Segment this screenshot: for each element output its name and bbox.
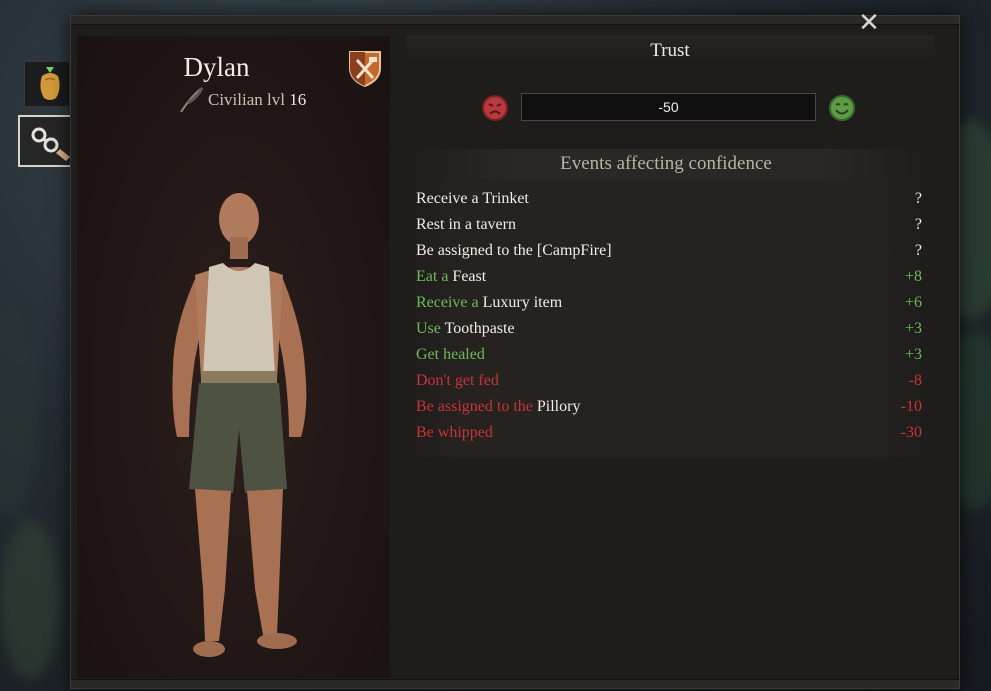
event-action: Be assigned to the bbox=[416, 398, 537, 415]
event-row: Be assigned to the [CampFire]? bbox=[416, 238, 922, 264]
trust-value-bar: -50 bbox=[521, 93, 816, 121]
event-value: ? bbox=[914, 190, 922, 207]
event-row: Be assigned to the Pillory -10 bbox=[416, 394, 922, 420]
class-label: Civilian lvl bbox=[208, 90, 285, 109]
character-level: 16 bbox=[289, 90, 307, 109]
guild-crest-icon bbox=[349, 51, 381, 88]
event-object: Toothpaste bbox=[444, 320, 515, 337]
event-action: Receive a bbox=[416, 294, 483, 311]
event-object: Pillory bbox=[536, 398, 581, 415]
angry-face-icon bbox=[482, 95, 508, 121]
event-description: Receive a Luxury item bbox=[416, 290, 562, 316]
character-model bbox=[172, 193, 307, 657]
happy-face-icon bbox=[829, 95, 855, 121]
event-row: Rest in a tavern? bbox=[416, 212, 922, 238]
event-action: Eat a bbox=[416, 268, 453, 285]
event-value: -8 bbox=[908, 372, 922, 389]
event-action: Rest in a tavern bbox=[416, 216, 516, 233]
event-row: Receive a Trinket? bbox=[416, 186, 922, 212]
event-value: ? bbox=[914, 216, 922, 233]
event-object: Luxury item bbox=[482, 294, 563, 311]
event-row: Get healed +3 bbox=[416, 342, 922, 368]
event-value: ? bbox=[914, 242, 922, 259]
shackles-icon bbox=[31, 127, 70, 161]
side-tab-prisoner[interactable] bbox=[18, 115, 72, 167]
event-action: Use bbox=[416, 320, 445, 337]
event-description: Be whipped bbox=[416, 420, 493, 446]
event-object: Trinket bbox=[482, 190, 529, 207]
character-name: Dylan bbox=[183, 52, 250, 82]
event-row: Receive a Luxury item +6 bbox=[416, 290, 922, 316]
event-object: Feast bbox=[452, 268, 487, 285]
event-action: Be whipped bbox=[416, 424, 493, 441]
event-value: +6 bbox=[904, 294, 922, 311]
event-value: -10 bbox=[900, 398, 922, 415]
event-action: Receive a bbox=[416, 190, 483, 207]
quill-icon bbox=[180, 87, 204, 113]
event-row: Use Toothpaste +3 bbox=[416, 316, 922, 342]
event-description: Be assigned to the [CampFire] bbox=[416, 238, 612, 264]
event-description: Be assigned to the Pillory bbox=[416, 394, 580, 420]
event-row: Be whipped -30 bbox=[416, 420, 922, 446]
event-description: Eat a Feast bbox=[416, 264, 486, 290]
close-button[interactable]: ✕ bbox=[857, 10, 881, 36]
character-panel: Dylan Civilian lvl 16 bbox=[77, 36, 390, 678]
event-row: Don't get fed -8 bbox=[416, 368, 922, 394]
event-description: Use Toothpaste bbox=[416, 316, 515, 342]
event-description: Receive a Trinket bbox=[416, 186, 529, 212]
event-value: +8 bbox=[904, 268, 922, 285]
event-action: Be assigned to the [CampFire] bbox=[416, 242, 612, 259]
character-class: Civilian lvl 16 bbox=[208, 90, 306, 110]
events-title: Events affecting confidence bbox=[410, 149, 922, 179]
event-action: Don't get fed bbox=[416, 372, 499, 389]
event-row: Eat a Feast +8 bbox=[416, 264, 922, 290]
trust-title: Trust bbox=[406, 35, 934, 67]
event-description: Rest in a tavern bbox=[416, 212, 516, 238]
event-action: Get healed bbox=[416, 346, 485, 363]
event-description: Don't get fed bbox=[416, 368, 499, 394]
event-description: Get healed bbox=[416, 342, 485, 368]
event-value: +3 bbox=[904, 320, 922, 337]
event-value: -30 bbox=[900, 424, 922, 441]
event-value: +3 bbox=[904, 346, 922, 363]
